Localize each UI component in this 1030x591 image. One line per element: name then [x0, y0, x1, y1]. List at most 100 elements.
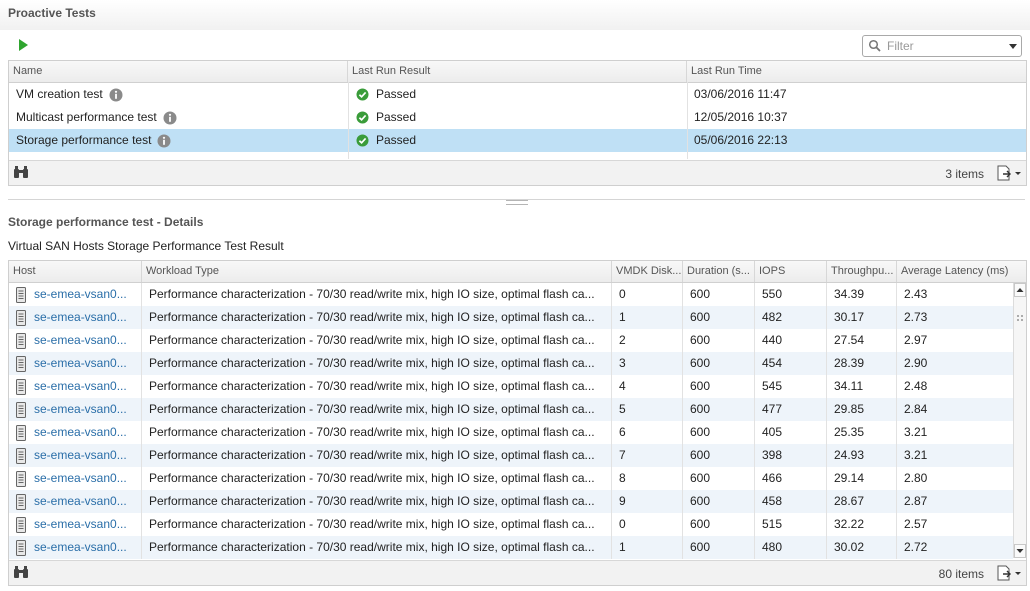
table-row[interactable]: se-emea-vsan0... Performance characteriz…: [9, 283, 1013, 306]
table-row[interactable]: se-emea-vsan0... Performance characteriz…: [9, 421, 1013, 444]
workload-type-cell: Performance characterization - 70/30 rea…: [142, 283, 612, 306]
host-cell[interactable]: se-emea-vsan0...: [9, 444, 142, 467]
iops-cell: 398: [755, 444, 827, 467]
column-header-last-run-time[interactable]: Last Run Time: [687, 61, 1026, 82]
host-cell[interactable]: se-emea-vsan0...: [9, 329, 142, 352]
throughput-cell: 28.39: [827, 352, 897, 375]
host-server-icon: [16, 332, 26, 349]
item-count: 3 items: [945, 167, 984, 181]
table-row[interactable]: se-emea-vsan0... Performance characteriz…: [9, 375, 1013, 398]
splitter-grip[interactable]: [506, 200, 528, 205]
host-cell[interactable]: se-emea-vsan0...: [9, 283, 142, 306]
host-server-icon: [16, 470, 26, 487]
proactive-tests-grid: Name Last Run Result Last Run Time VM cr…: [8, 60, 1027, 186]
host-link[interactable]: se-emea-vsan0...: [34, 402, 127, 416]
iops-cell: 440: [755, 329, 827, 352]
test-name: Storage performance test: [16, 133, 152, 147]
table-row[interactable]: se-emea-vsan0... Performance characteriz…: [9, 490, 1013, 513]
host-cell[interactable]: se-emea-vsan0...: [9, 375, 142, 398]
host-link[interactable]: se-emea-vsan0...: [34, 540, 127, 554]
throughput-cell: 27.54: [827, 329, 897, 352]
column-header-iops[interactable]: IOPS: [755, 261, 827, 282]
host-cell[interactable]: se-emea-vsan0...: [9, 306, 142, 329]
test-row[interactable]: VM creation test Passed 03/06/2016 11:47: [9, 83, 1026, 106]
iops-cell: 515: [755, 513, 827, 536]
vmdk-disk-cell: 8: [612, 467, 683, 490]
column-header-last-run-result[interactable]: Last Run Result: [348, 61, 687, 82]
table-row[interactable]: se-emea-vsan0... Performance characteriz…: [9, 352, 1013, 375]
column-header-workload-type[interactable]: Workload Type: [142, 261, 612, 282]
scroll-thumb[interactable]: [1015, 298, 1025, 338]
host-link[interactable]: se-emea-vsan0...: [34, 448, 127, 462]
table-row[interactable]: se-emea-vsan0... Performance characteriz…: [9, 513, 1013, 536]
scroll-up-button[interactable]: [1014, 283, 1026, 297]
host-cell[interactable]: se-emea-vsan0...: [9, 467, 142, 490]
search-icon: [868, 39, 881, 52]
host-link[interactable]: se-emea-vsan0...: [34, 379, 127, 393]
info-icon[interactable]: [163, 111, 177, 125]
host-link[interactable]: se-emea-vsan0...: [34, 356, 127, 370]
throughput-cell: 30.17: [827, 306, 897, 329]
test-result: Passed: [376, 110, 417, 124]
host-link[interactable]: se-emea-vsan0...: [34, 310, 127, 324]
host-link[interactable]: se-emea-vsan0...: [34, 425, 127, 439]
latency-cell: 2.97: [904, 333, 928, 347]
host-link[interactable]: se-emea-vsan0...: [34, 287, 127, 301]
check-circle-icon: [356, 88, 369, 101]
workload-type-cell: Performance characterization - 70/30 rea…: [142, 306, 612, 329]
column-header-name[interactable]: Name: [9, 61, 348, 82]
panel-splitter[interactable]: [8, 199, 1025, 205]
table-row[interactable]: se-emea-vsan0... Performance characteriz…: [9, 444, 1013, 467]
table-row[interactable]: se-emea-vsan0... Performance characteriz…: [9, 536, 1013, 559]
iops-cell: 454: [755, 352, 827, 375]
column-header-throughput[interactable]: Throughpu...: [827, 261, 897, 282]
test-row[interactable]: Multicast performance test Passed 12/05/…: [9, 106, 1026, 129]
host-cell[interactable]: se-emea-vsan0...: [9, 536, 142, 559]
latency-cell: 3.21: [904, 425, 928, 439]
table-row[interactable]: se-emea-vsan0... Performance characteriz…: [9, 467, 1013, 490]
binoculars-icon[interactable]: [13, 165, 29, 179]
column-header-vmdk-disk[interactable]: VMDK Disk...: [612, 261, 683, 282]
host-link[interactable]: se-emea-vsan0...: [34, 517, 127, 531]
chevron-down-icon[interactable]: [1009, 44, 1017, 49]
chevron-down-icon: [1016, 549, 1024, 553]
host-cell[interactable]: se-emea-vsan0...: [9, 513, 142, 536]
info-icon[interactable]: [157, 134, 171, 148]
column-header-duration[interactable]: Duration (s...: [683, 261, 755, 282]
export-icon[interactable]: [996, 165, 1022, 181]
host-link[interactable]: se-emea-vsan0...: [34, 471, 127, 485]
scroll-down-button[interactable]: [1014, 544, 1026, 558]
run-test-button[interactable]: [14, 36, 32, 54]
storage-performance-grid: Host Workload Type VMDK Disk... Duration…: [8, 260, 1027, 586]
host-cell[interactable]: se-emea-vsan0...: [9, 421, 142, 444]
filter-combo[interactable]: [862, 35, 1022, 57]
host-cell[interactable]: se-emea-vsan0...: [9, 352, 142, 375]
grid-header: Host Workload Type VMDK Disk... Duration…: [9, 261, 1026, 283]
binoculars-icon[interactable]: [13, 565, 29, 579]
host-link[interactable]: se-emea-vsan0...: [34, 494, 127, 508]
export-icon[interactable]: [996, 565, 1022, 581]
host-cell[interactable]: se-emea-vsan0...: [9, 490, 142, 513]
grid-footer: 80 items: [9, 560, 1026, 585]
vertical-scrollbar[interactable]: [1013, 283, 1026, 558]
workload-type-cell: Performance characterization - 70/30 rea…: [142, 352, 612, 375]
host-link[interactable]: se-emea-vsan0...: [34, 333, 127, 347]
host-server-icon: [16, 309, 26, 326]
filter-input[interactable]: [885, 38, 1001, 54]
table-row[interactable]: se-emea-vsan0... Performance characteriz…: [9, 398, 1013, 421]
vmdk-disk-cell: 6: [612, 421, 683, 444]
iops-cell: 458: [755, 490, 827, 513]
test-row[interactable]: Storage performance test Passed 05/06/20…: [9, 129, 1026, 152]
vmdk-disk-cell: 0: [612, 513, 683, 536]
table-row[interactable]: se-emea-vsan0... Performance characteriz…: [9, 306, 1013, 329]
throughput-cell: 24.93: [827, 444, 897, 467]
column-header-host[interactable]: Host: [9, 261, 142, 282]
host-server-icon: [16, 401, 26, 418]
test-time: 05/06/2016 22:13: [694, 133, 788, 147]
table-row[interactable]: se-emea-vsan0... Performance characteriz…: [9, 329, 1013, 352]
test-name-cell: VM creation test: [9, 83, 348, 106]
iops-cell: 480: [755, 536, 827, 559]
column-header-average-latency[interactable]: Average Latency (ms): [897, 261, 1026, 282]
info-icon[interactable]: [109, 88, 123, 102]
host-cell[interactable]: se-emea-vsan0...: [9, 398, 142, 421]
